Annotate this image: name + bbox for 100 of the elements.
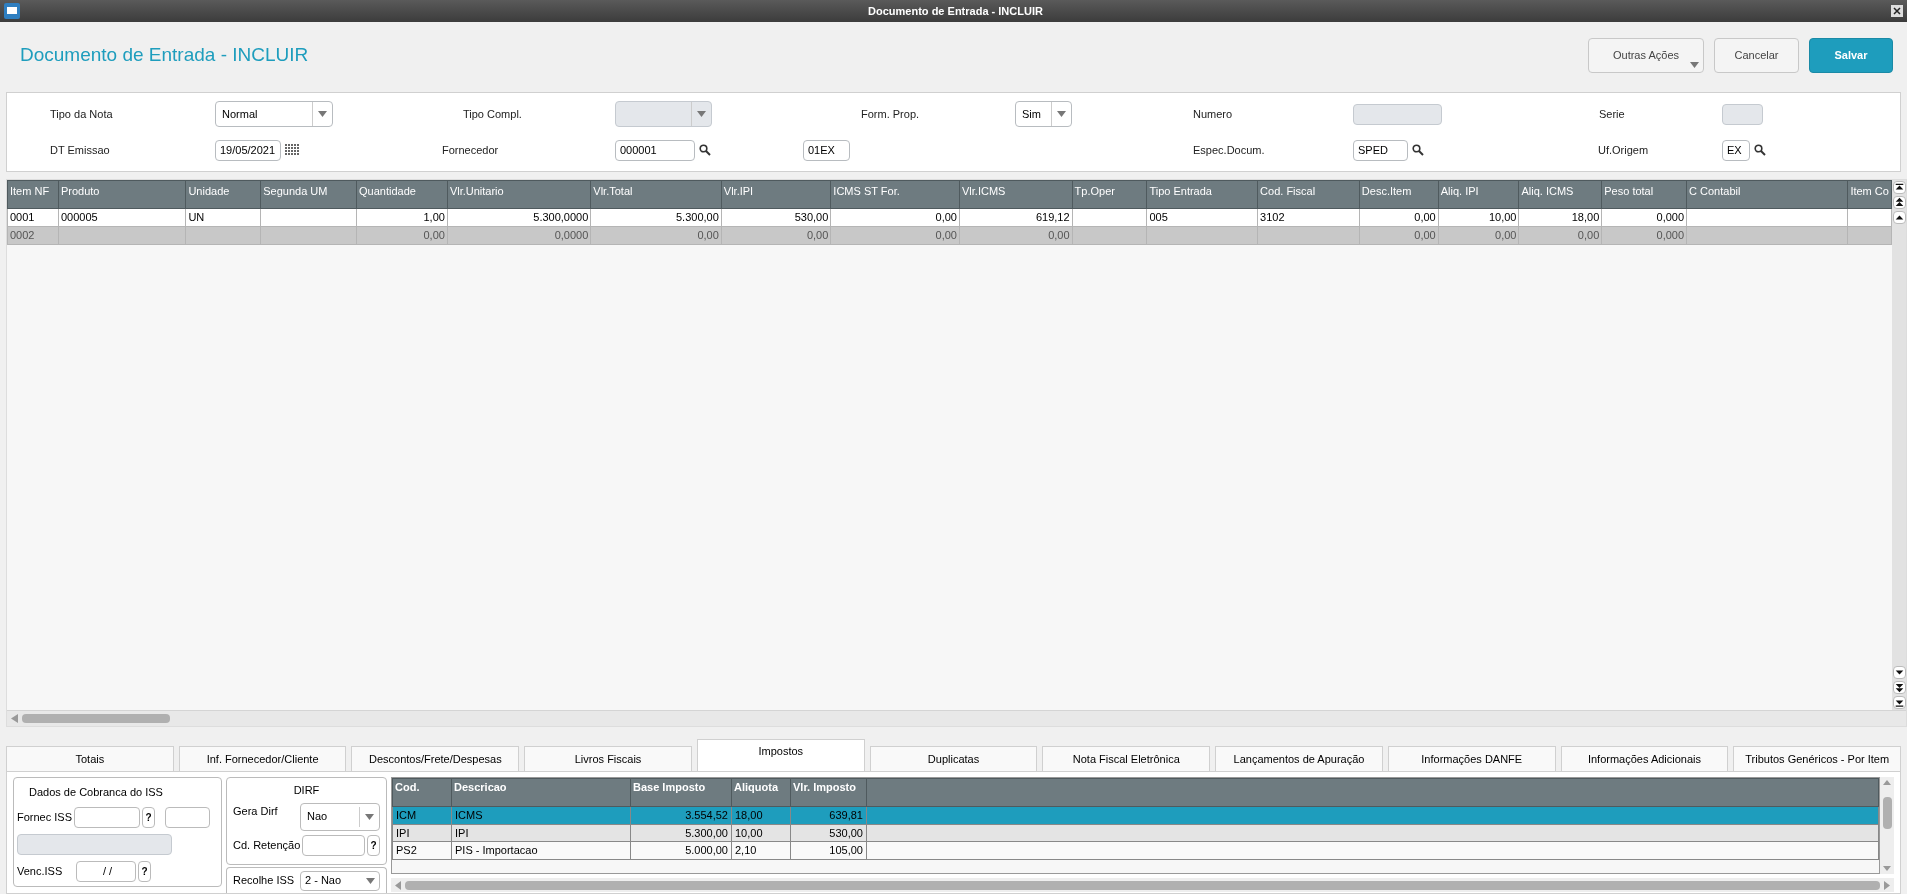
table-cell: 0,00 bbox=[590, 226, 722, 245]
tab[interactable]: Lançamentos de Apuração bbox=[1215, 746, 1383, 771]
input-field[interactable]: 01EX bbox=[803, 139, 850, 161]
column-header[interactable]: Tp.Oper bbox=[1072, 180, 1147, 209]
table-cell: 619,12 bbox=[959, 208, 1073, 227]
select-field[interactable]: Nao bbox=[300, 802, 380, 831]
scroll-left-icon[interactable] bbox=[11, 714, 18, 723]
tab[interactable]: Livros Fiscais bbox=[524, 746, 692, 771]
tab[interactable]: Tributos Genéricos - Por Item bbox=[1733, 746, 1902, 771]
column-header[interactable]: Peso total bbox=[1601, 180, 1687, 209]
column-header[interactable]: Item Co bbox=[1847, 180, 1892, 209]
table-cell: UN bbox=[185, 208, 261, 227]
select-field[interactable]: Sim bbox=[1015, 101, 1072, 127]
cancel-button[interactable]: Cancelar bbox=[1714, 37, 1799, 73]
window-title: Documento de Entrada - INCLUIR bbox=[867, 3, 1044, 19]
input-field[interactable]: 19/05/2021 bbox=[215, 139, 281, 161]
column-header[interactable]: Descricao bbox=[451, 778, 631, 807]
vertical-scrollbar[interactable] bbox=[1892, 180, 1906, 710]
input-field[interactable] bbox=[165, 806, 211, 828]
column-header[interactable]: Produto bbox=[58, 180, 186, 209]
column-header[interactable]: C Contabil bbox=[1686, 180, 1848, 209]
tab[interactable]: Descontos/Frete/Despesas bbox=[351, 746, 520, 771]
select-field[interactable]: 2 - Nao bbox=[300, 870, 380, 891]
column-header[interactable]: Vlr.Unitario bbox=[447, 180, 591, 209]
column-header[interactable]: Tipo Entrada bbox=[1146, 180, 1258, 209]
column-header[interactable]: Vlr.Total bbox=[590, 180, 722, 209]
column-header[interactable]: Aliq. ICMS bbox=[1518, 180, 1602, 209]
scroll-left-icon[interactable] bbox=[395, 880, 401, 890]
app-icon bbox=[4, 3, 20, 19]
column-header[interactable]: Desc.Item bbox=[1359, 180, 1439, 209]
field-label: Numero bbox=[1193, 106, 1234, 122]
input-field[interactable] bbox=[302, 834, 365, 856]
search-icon[interactable] bbox=[699, 144, 711, 156]
input-field[interactable] bbox=[74, 806, 141, 828]
calendar-icon[interactable] bbox=[285, 144, 299, 156]
input-field[interactable]: 000001 bbox=[615, 139, 695, 161]
scroll-down-icon[interactable] bbox=[1892, 666, 1906, 679]
input-field[interactable]: SPED bbox=[1353, 139, 1408, 161]
select-field[interactable]: Normal bbox=[215, 101, 333, 127]
horizontal-scrollbar[interactable] bbox=[7, 710, 1906, 726]
column-header[interactable]: Vlr.ICMS bbox=[959, 180, 1073, 209]
column-header[interactable]: Unidade bbox=[185, 180, 261, 209]
scroll-bottom-icon[interactable] bbox=[1892, 696, 1906, 709]
table-cell: 10,00 bbox=[1438, 208, 1519, 227]
table-cell: 0001 bbox=[7, 208, 59, 227]
column-header[interactable]: Aliquota bbox=[731, 778, 791, 807]
more-actions-button[interactable]: Outras Ações bbox=[1588, 37, 1704, 73]
tab[interactable]: Informações Adicionais bbox=[1560, 746, 1729, 771]
table-cell: ICMS bbox=[451, 806, 631, 824]
table-cell: 0,000 bbox=[1601, 208, 1687, 227]
close-icon[interactable] bbox=[1891, 5, 1903, 17]
dropdown-caret-icon bbox=[697, 111, 706, 117]
table-cell: 5.000,00 bbox=[630, 841, 732, 859]
vertical-scrollbar[interactable] bbox=[1880, 777, 1894, 874]
field-label: Gera Dirf bbox=[233, 803, 278, 819]
column-header[interactable]: Cod. Fiscal bbox=[1257, 180, 1360, 209]
column-header[interactable]: Aliq. IPI bbox=[1438, 180, 1519, 209]
table-cell: 0,00 bbox=[830, 208, 960, 227]
table-cell: IPI bbox=[392, 824, 452, 842]
column-header[interactable]: Quantidade bbox=[356, 180, 448, 209]
field-label: Form. Prop. bbox=[861, 106, 921, 122]
tab[interactable]: Duplicatas bbox=[869, 746, 1038, 771]
column-header[interactable]: Vlr.IPI bbox=[721, 180, 831, 209]
input-field[interactable]: / / bbox=[76, 860, 136, 882]
scroll-top-icon[interactable] bbox=[1892, 181, 1906, 194]
search-icon[interactable] bbox=[1754, 144, 1766, 156]
scroll-right-icon[interactable] bbox=[1884, 880, 1890, 890]
tab[interactable]: Totais bbox=[6, 746, 174, 771]
column-header[interactable]: Cod. bbox=[392, 778, 452, 807]
scrollbar-thumb[interactable] bbox=[405, 880, 1880, 890]
field-label: Tipo da Nota bbox=[50, 106, 114, 122]
table-cell: 0,00 bbox=[356, 226, 448, 245]
scrollbar-thumb[interactable] bbox=[1882, 797, 1892, 829]
scroll-up-icon[interactable] bbox=[1892, 211, 1906, 224]
input-field[interactable]: EX bbox=[1722, 139, 1750, 161]
column-header[interactable]: Vlr. Imposto bbox=[790, 778, 867, 807]
horizontal-scrollbar[interactable] bbox=[391, 878, 1894, 892]
table-cell: 0,00 bbox=[830, 226, 960, 245]
column-header[interactable]: ICMS ST For. bbox=[830, 180, 960, 209]
dropdown-caret-icon bbox=[318, 111, 327, 117]
tab[interactable]: Nota Fiscal Eletrônica bbox=[1042, 746, 1211, 771]
tab[interactable]: Impostos bbox=[696, 739, 865, 771]
table-cell bbox=[1847, 226, 1892, 245]
table-cell: 0,000 bbox=[1601, 226, 1687, 245]
help-button[interactable]: ? bbox=[142, 806, 156, 828]
group-title: DIRF bbox=[292, 783, 321, 798]
column-header[interactable]: Item NF bbox=[7, 180, 59, 209]
tab[interactable]: Informações DANFE bbox=[1387, 746, 1556, 771]
field-label: Recolhe ISS bbox=[233, 873, 295, 889]
help-button[interactable]: ? bbox=[367, 834, 380, 856]
tab[interactable]: Inf. Fornecedor/Cliente bbox=[178, 746, 347, 771]
column-header[interactable]: Segunda UM bbox=[260, 180, 357, 209]
page-down-icon[interactable] bbox=[1892, 681, 1906, 694]
help-button[interactable]: ? bbox=[138, 860, 151, 882]
column-header[interactable]: Base Imposto bbox=[630, 778, 732, 807]
scrollbar-thumb[interactable] bbox=[22, 714, 170, 723]
search-icon[interactable] bbox=[1412, 144, 1424, 156]
table-cell: 3.554,52 bbox=[630, 806, 732, 824]
field-label: DT Emissao bbox=[50, 142, 111, 158]
page-up-icon[interactable] bbox=[1892, 196, 1906, 209]
